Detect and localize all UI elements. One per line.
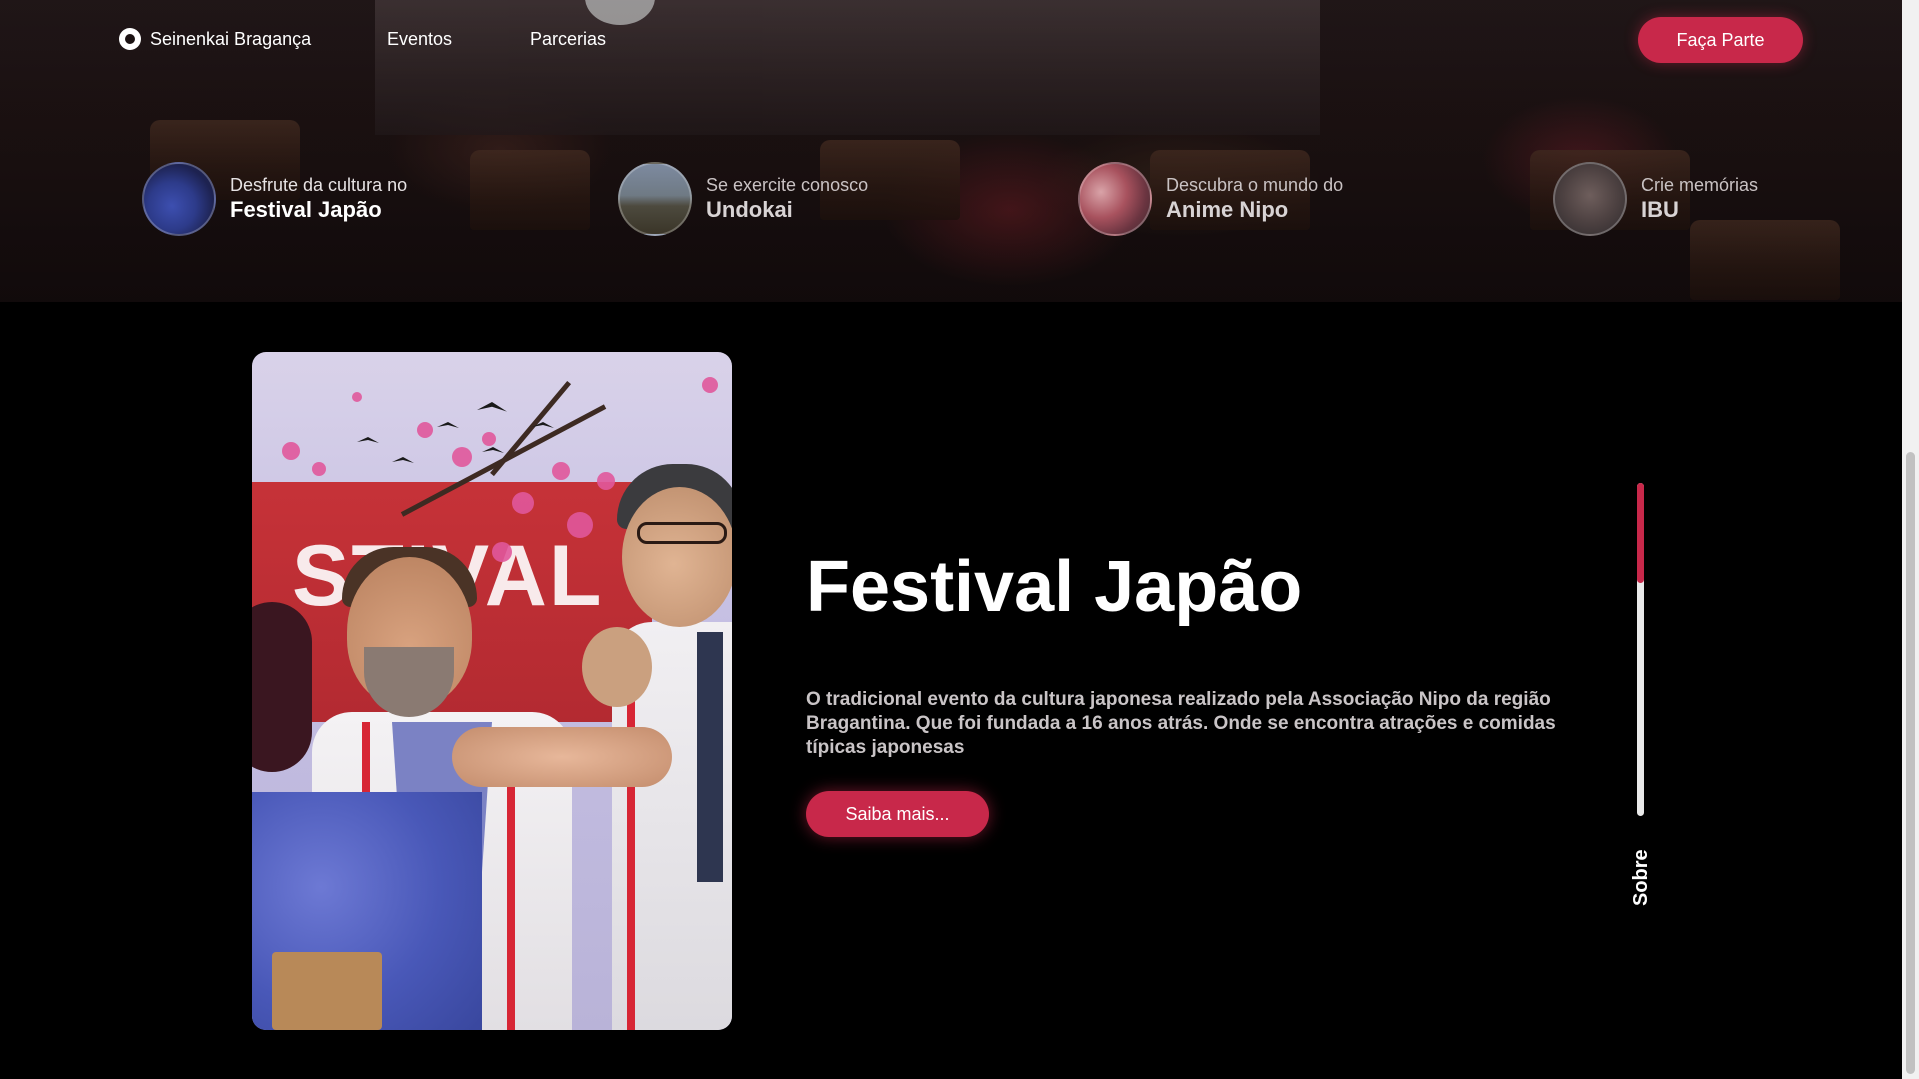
carousel-item-festival-japao[interactable]: Desfrute da cultura no Festival Japão xyxy=(142,162,407,236)
carousel-item-ibu[interactable]: Crie memórias IBU xyxy=(1553,162,1758,236)
carousel-item-title: IBU xyxy=(1641,197,1679,222)
page-scrollbar[interactable] xyxy=(1902,0,1919,1079)
feature-title: Festival Japão xyxy=(806,547,1303,627)
section-progress-fill xyxy=(1637,483,1644,583)
learn-more-button[interactable]: Saiba mais... xyxy=(806,791,989,837)
carousel-item-caption: Desfrute da cultura no xyxy=(230,175,408,195)
carousel-item-undokai[interactable]: Se exercite conosco Undokai xyxy=(618,162,868,236)
section-label-sobre[interactable]: Sobre xyxy=(1618,849,1664,906)
carousel-item-title: Undokai xyxy=(706,197,793,222)
carousel-thumbnail xyxy=(618,162,692,236)
brand-name: Seinenkai Bragança xyxy=(150,28,312,49)
carousel-item-anime-nipo[interactable]: Descubra o mundo do Anime Nipo xyxy=(1078,162,1343,236)
carousel-item-caption: Descubra o mundo do xyxy=(1166,175,1344,195)
feature-photo: STIVAL xyxy=(252,352,732,1030)
carousel-thumbnail xyxy=(1078,162,1152,236)
carousel-item-caption: Se exercite conosco xyxy=(706,175,869,195)
nav-link-eventos[interactable]: Eventos xyxy=(387,29,452,50)
feature-description: O tradicional evento da cultura japonesa… xyxy=(806,689,1556,758)
brand-logo[interactable]: Seinenkai Bragança xyxy=(117,26,311,52)
chat-bubble-logo-icon xyxy=(117,26,143,52)
carousel-thumbnail xyxy=(1553,162,1627,236)
section-progress-track[interactable] xyxy=(1637,483,1644,816)
carousel-thumbnail xyxy=(142,162,216,236)
join-button[interactable]: Faça Parte xyxy=(1638,17,1803,63)
carousel-item-caption: Crie memórias xyxy=(1641,175,1759,195)
carousel-item-title: Anime Nipo xyxy=(1166,197,1289,222)
scrollbar-thumb[interactable] xyxy=(1906,452,1915,1074)
carousel-item-title: Festival Japão xyxy=(230,197,382,222)
nav-link-parcerias[interactable]: Parcerias xyxy=(530,29,606,50)
